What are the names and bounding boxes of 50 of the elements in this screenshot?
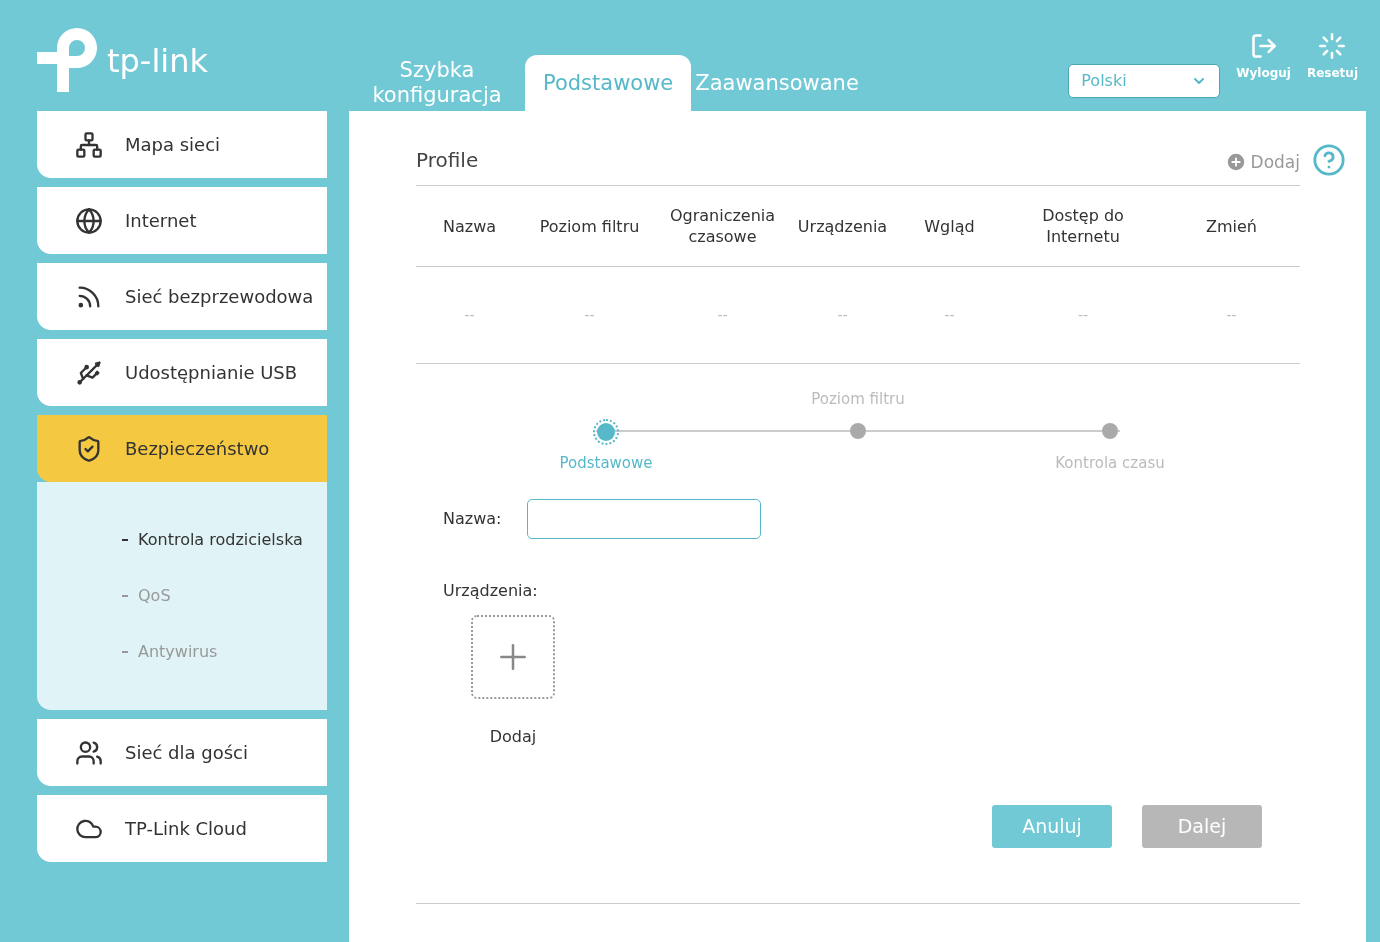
- header-action-button[interactable]: Wyloguj: [1236, 32, 1291, 82]
- help-icon[interactable]: [1312, 143, 1346, 177]
- logo-text: tp-link: [107, 44, 208, 77]
- sidebar-item[interactable]: TP-Link Cloud: [37, 795, 327, 862]
- nav-tab[interactable]: Podstawowe: [525, 55, 692, 111]
- submenu-item[interactable]: Kontrola rodzicielska: [37, 512, 327, 568]
- table-cell-text: --: [716, 305, 729, 325]
- table-cell-text: --: [836, 305, 849, 325]
- language-select[interactable]: Polski: [1068, 64, 1221, 98]
- users-icon: [75, 738, 103, 767]
- reset-icon: [1318, 32, 1347, 60]
- sidebar-item[interactable]: Mapa sieci: [37, 111, 327, 178]
- name-input-field[interactable]: [527, 499, 762, 539]
- submenu-item[interactable]: QoS: [37, 568, 327, 624]
- section-title: Profile: [416, 147, 479, 174]
- header-action-button[interactable]: Resetuj: [1306, 32, 1358, 82]
- table-cell-text: --: [583, 305, 596, 325]
- column-header: Nazwa: [441, 215, 498, 237]
- add-button[interactable]: Dodaj: [1224, 149, 1300, 175]
- add-device-label: Dodaj: [489, 726, 537, 748]
- nav-tab[interactable]: Zaawansowane: [691, 55, 863, 111]
- field-label: Nazwa:: [443, 508, 502, 530]
- column-header: Dostęp do Internetu: [1041, 205, 1125, 247]
- step-label: Podstawowe: [559, 453, 653, 474]
- table-cell-text: --: [1076, 305, 1090, 325]
- table-cell-text: --: [463, 305, 476, 325]
- column-header: Urządzenia: [796, 215, 889, 237]
- globe-icon: [75, 206, 103, 235]
- usb-icon: [75, 358, 103, 387]
- column-header: Ograniczenia czasowe: [668, 205, 777, 247]
- plus-circle-icon: [1224, 151, 1247, 174]
- add-device-button[interactable]: [471, 615, 555, 699]
- sidebar-item[interactable]: Udostępnianie USB: [37, 339, 327, 406]
- field-label: Urządzenia:: [442, 580, 539, 602]
- column-header: Wgląd: [923, 215, 976, 237]
- nav-tab[interactable]: Szybka konfiguracja: [349, 55, 525, 111]
- column-header: Zmień: [1205, 215, 1258, 237]
- step-label: Kontrola czasu: [1055, 453, 1165, 474]
- table-cell-text: --: [1225, 305, 1238, 325]
- action-button[interactable]: Anuluj: [992, 805, 1112, 848]
- table-cell-text: --: [943, 305, 956, 325]
- sidebar-item[interactable]: Internet: [37, 187, 327, 254]
- column-header: Poziom filtru: [538, 215, 641, 237]
- sidebar-item[interactable]: Sieć dla gości: [37, 719, 327, 786]
- sidebar-item[interactable]: Sieć bezprzewodowa: [37, 263, 327, 330]
- network-icon: [75, 130, 103, 159]
- step-label: Poziom filtru: [811, 389, 905, 410]
- sidebar-item[interactable]: Bezpieczeństwo: [37, 415, 327, 482]
- logout-icon: [1249, 32, 1278, 60]
- submenu-item[interactable]: Antywirus: [37, 624, 327, 680]
